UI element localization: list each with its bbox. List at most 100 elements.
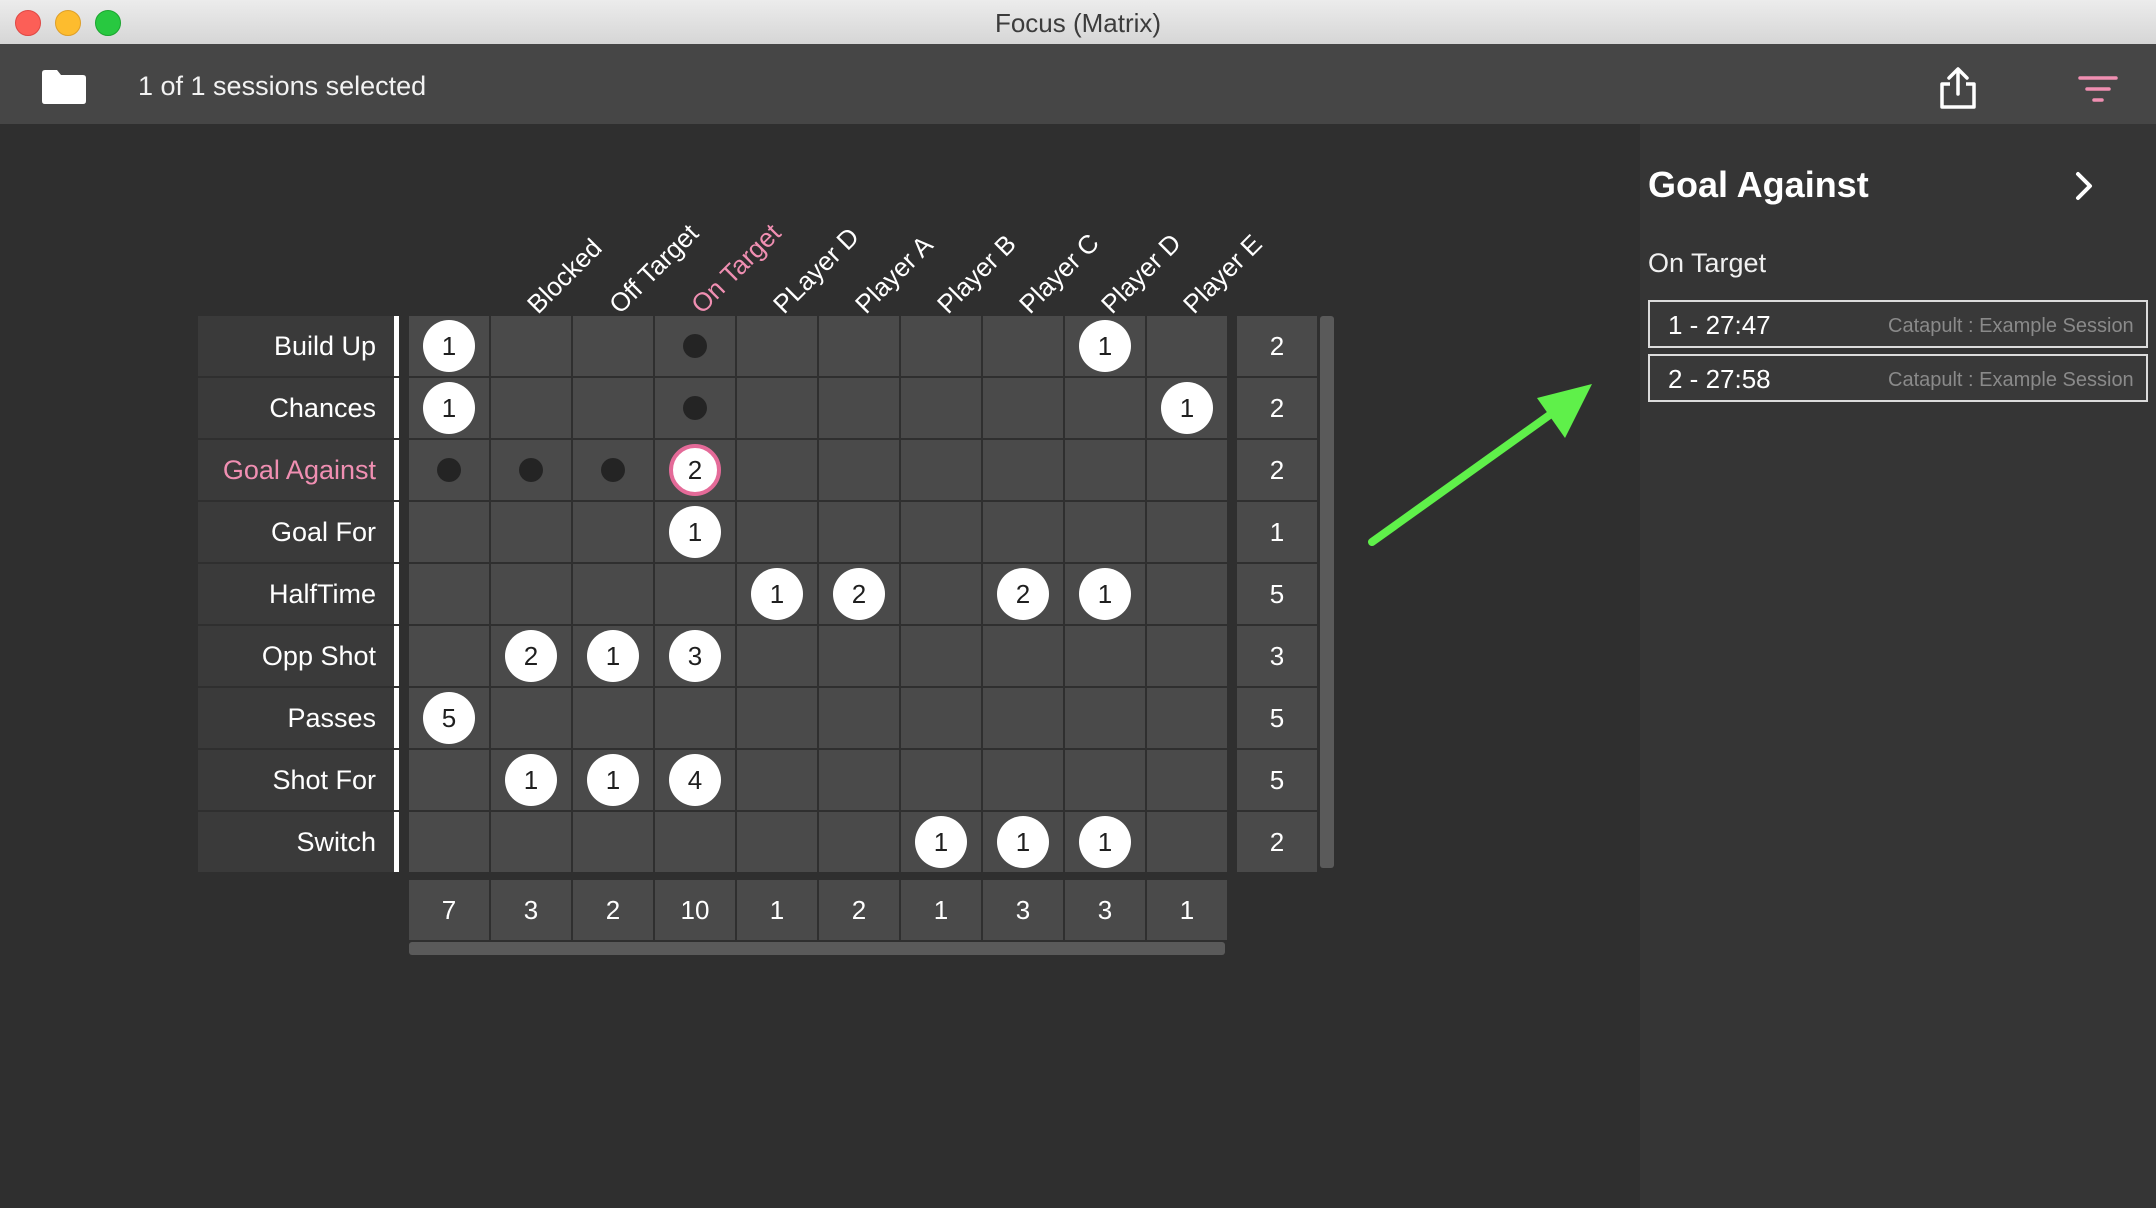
matrix-cell[interactable] bbox=[1065, 626, 1145, 686]
matrix-cell[interactable] bbox=[491, 316, 571, 376]
matrix-cell[interactable] bbox=[737, 812, 817, 872]
matrix-cell[interactable] bbox=[737, 378, 817, 438]
count-badge[interactable]: 1 bbox=[587, 754, 639, 806]
matrix-cell[interactable] bbox=[1065, 440, 1145, 500]
count-badge[interactable]: 2 bbox=[669, 444, 721, 496]
matrix-cell[interactable] bbox=[655, 812, 735, 872]
matrix-cell[interactable] bbox=[983, 626, 1063, 686]
count-badge[interactable]: 1 bbox=[669, 506, 721, 558]
matrix-cell[interactable] bbox=[1147, 750, 1227, 810]
row-label[interactable]: Shot For bbox=[198, 750, 394, 810]
count-badge[interactable]: 1 bbox=[751, 568, 803, 620]
matrix-cell[interactable] bbox=[901, 626, 981, 686]
matrix-cell[interactable] bbox=[491, 564, 571, 624]
event-item[interactable]: 1 - 27:47 Catapult : Example Session bbox=[1648, 300, 2148, 348]
horizontal-scrollbar[interactable] bbox=[409, 942, 1225, 955]
matrix-cell[interactable] bbox=[491, 688, 571, 748]
matrix-cell[interactable] bbox=[983, 502, 1063, 562]
chevron-right-icon[interactable] bbox=[2070, 170, 2098, 202]
matrix-cell[interactable] bbox=[983, 378, 1063, 438]
matrix-cell[interactable] bbox=[1065, 502, 1145, 562]
matrix-cell[interactable] bbox=[983, 750, 1063, 810]
count-badge[interactable]: 1 bbox=[505, 754, 557, 806]
matrix-cell[interactable] bbox=[573, 688, 653, 748]
matrix-cell[interactable] bbox=[1147, 502, 1227, 562]
count-badge[interactable]: 1 bbox=[915, 816, 967, 868]
matrix-cell[interactable] bbox=[983, 316, 1063, 376]
count-badge[interactable]: 2 bbox=[833, 568, 885, 620]
matrix-cell[interactable] bbox=[901, 564, 981, 624]
event-item[interactable]: 2 - 27:58 Catapult : Example Session bbox=[1648, 354, 2148, 402]
matrix-cell[interactable] bbox=[737, 688, 817, 748]
row-label[interactable]: Goal Against bbox=[198, 440, 394, 500]
matrix-cell[interactable] bbox=[819, 750, 899, 810]
count-badge[interactable]: 1 bbox=[423, 382, 475, 434]
matrix-cell[interactable] bbox=[737, 750, 817, 810]
count-badge[interactable]: 5 bbox=[423, 692, 475, 744]
matrix-cell[interactable] bbox=[819, 316, 899, 376]
row-label[interactable]: Opp Shot bbox=[198, 626, 394, 686]
matrix-cell[interactable] bbox=[573, 812, 653, 872]
matrix-cell[interactable] bbox=[409, 564, 489, 624]
count-badge[interactable]: 1 bbox=[1079, 320, 1131, 372]
share-icon[interactable] bbox=[1936, 66, 1980, 110]
matrix-cell[interactable] bbox=[819, 812, 899, 872]
matrix-cell[interactable] bbox=[573, 316, 653, 376]
matrix-cell[interactable] bbox=[655, 688, 735, 748]
matrix-cell[interactable] bbox=[819, 378, 899, 438]
count-badge[interactable]: 4 bbox=[669, 754, 721, 806]
matrix-cell[interactable] bbox=[819, 502, 899, 562]
matrix-cell[interactable] bbox=[409, 626, 489, 686]
matrix-cell[interactable] bbox=[901, 316, 981, 376]
matrix-cell[interactable] bbox=[1147, 316, 1227, 376]
folder-icon[interactable] bbox=[42, 70, 86, 104]
count-badge[interactable]: 2 bbox=[997, 568, 1049, 620]
matrix-cell[interactable] bbox=[491, 502, 571, 562]
vertical-scrollbar[interactable] bbox=[1320, 316, 1334, 868]
matrix-cell[interactable] bbox=[491, 812, 571, 872]
matrix-cell[interactable] bbox=[1147, 564, 1227, 624]
matrix-cell[interactable] bbox=[491, 378, 571, 438]
matrix-cell[interactable] bbox=[983, 688, 1063, 748]
matrix-cell[interactable] bbox=[573, 502, 653, 562]
matrix-cell[interactable] bbox=[819, 626, 899, 686]
matrix-cell[interactable] bbox=[901, 440, 981, 500]
filter-icon[interactable] bbox=[2078, 74, 2118, 104]
matrix-cell[interactable] bbox=[573, 564, 653, 624]
row-label[interactable]: Passes bbox=[198, 688, 394, 748]
count-badge[interactable]: 1 bbox=[1079, 568, 1131, 620]
matrix-cell[interactable] bbox=[819, 440, 899, 500]
matrix-cell[interactable] bbox=[737, 316, 817, 376]
row-label[interactable]: Chances bbox=[198, 378, 394, 438]
matrix-cell[interactable] bbox=[1065, 378, 1145, 438]
matrix-cell[interactable] bbox=[901, 378, 981, 438]
count-badge[interactable]: 2 bbox=[505, 630, 557, 682]
matrix-cell[interactable] bbox=[1147, 688, 1227, 748]
matrix-cell[interactable] bbox=[901, 688, 981, 748]
matrix-cell[interactable] bbox=[1065, 688, 1145, 748]
count-badge[interactable]: 3 bbox=[669, 630, 721, 682]
matrix-cell[interactable] bbox=[901, 502, 981, 562]
matrix-cell[interactable] bbox=[901, 750, 981, 810]
matrix-cell[interactable] bbox=[409, 502, 489, 562]
row-label[interactable]: HalfTime bbox=[198, 564, 394, 624]
count-badge[interactable]: 1 bbox=[423, 320, 475, 372]
row-label[interactable]: Build Up bbox=[198, 316, 394, 376]
matrix-cell[interactable] bbox=[737, 502, 817, 562]
matrix-cell[interactable] bbox=[1147, 626, 1227, 686]
count-badge[interactable]: 1 bbox=[997, 816, 1049, 868]
row-label[interactable]: Switch bbox=[198, 812, 394, 872]
matrix-cell[interactable] bbox=[573, 378, 653, 438]
count-badge[interactable]: 1 bbox=[587, 630, 639, 682]
matrix-cell[interactable] bbox=[737, 440, 817, 500]
count-badge[interactable]: 1 bbox=[1079, 816, 1131, 868]
matrix-cell[interactable] bbox=[409, 812, 489, 872]
row-label[interactable]: Goal For bbox=[198, 502, 394, 562]
count-badge[interactable]: 1 bbox=[1161, 382, 1213, 434]
matrix-cell[interactable] bbox=[737, 626, 817, 686]
matrix-cell[interactable] bbox=[409, 750, 489, 810]
matrix-cell[interactable] bbox=[1147, 440, 1227, 500]
matrix-cell[interactable] bbox=[983, 440, 1063, 500]
matrix-cell[interactable] bbox=[819, 688, 899, 748]
matrix-cell[interactable] bbox=[1147, 812, 1227, 872]
